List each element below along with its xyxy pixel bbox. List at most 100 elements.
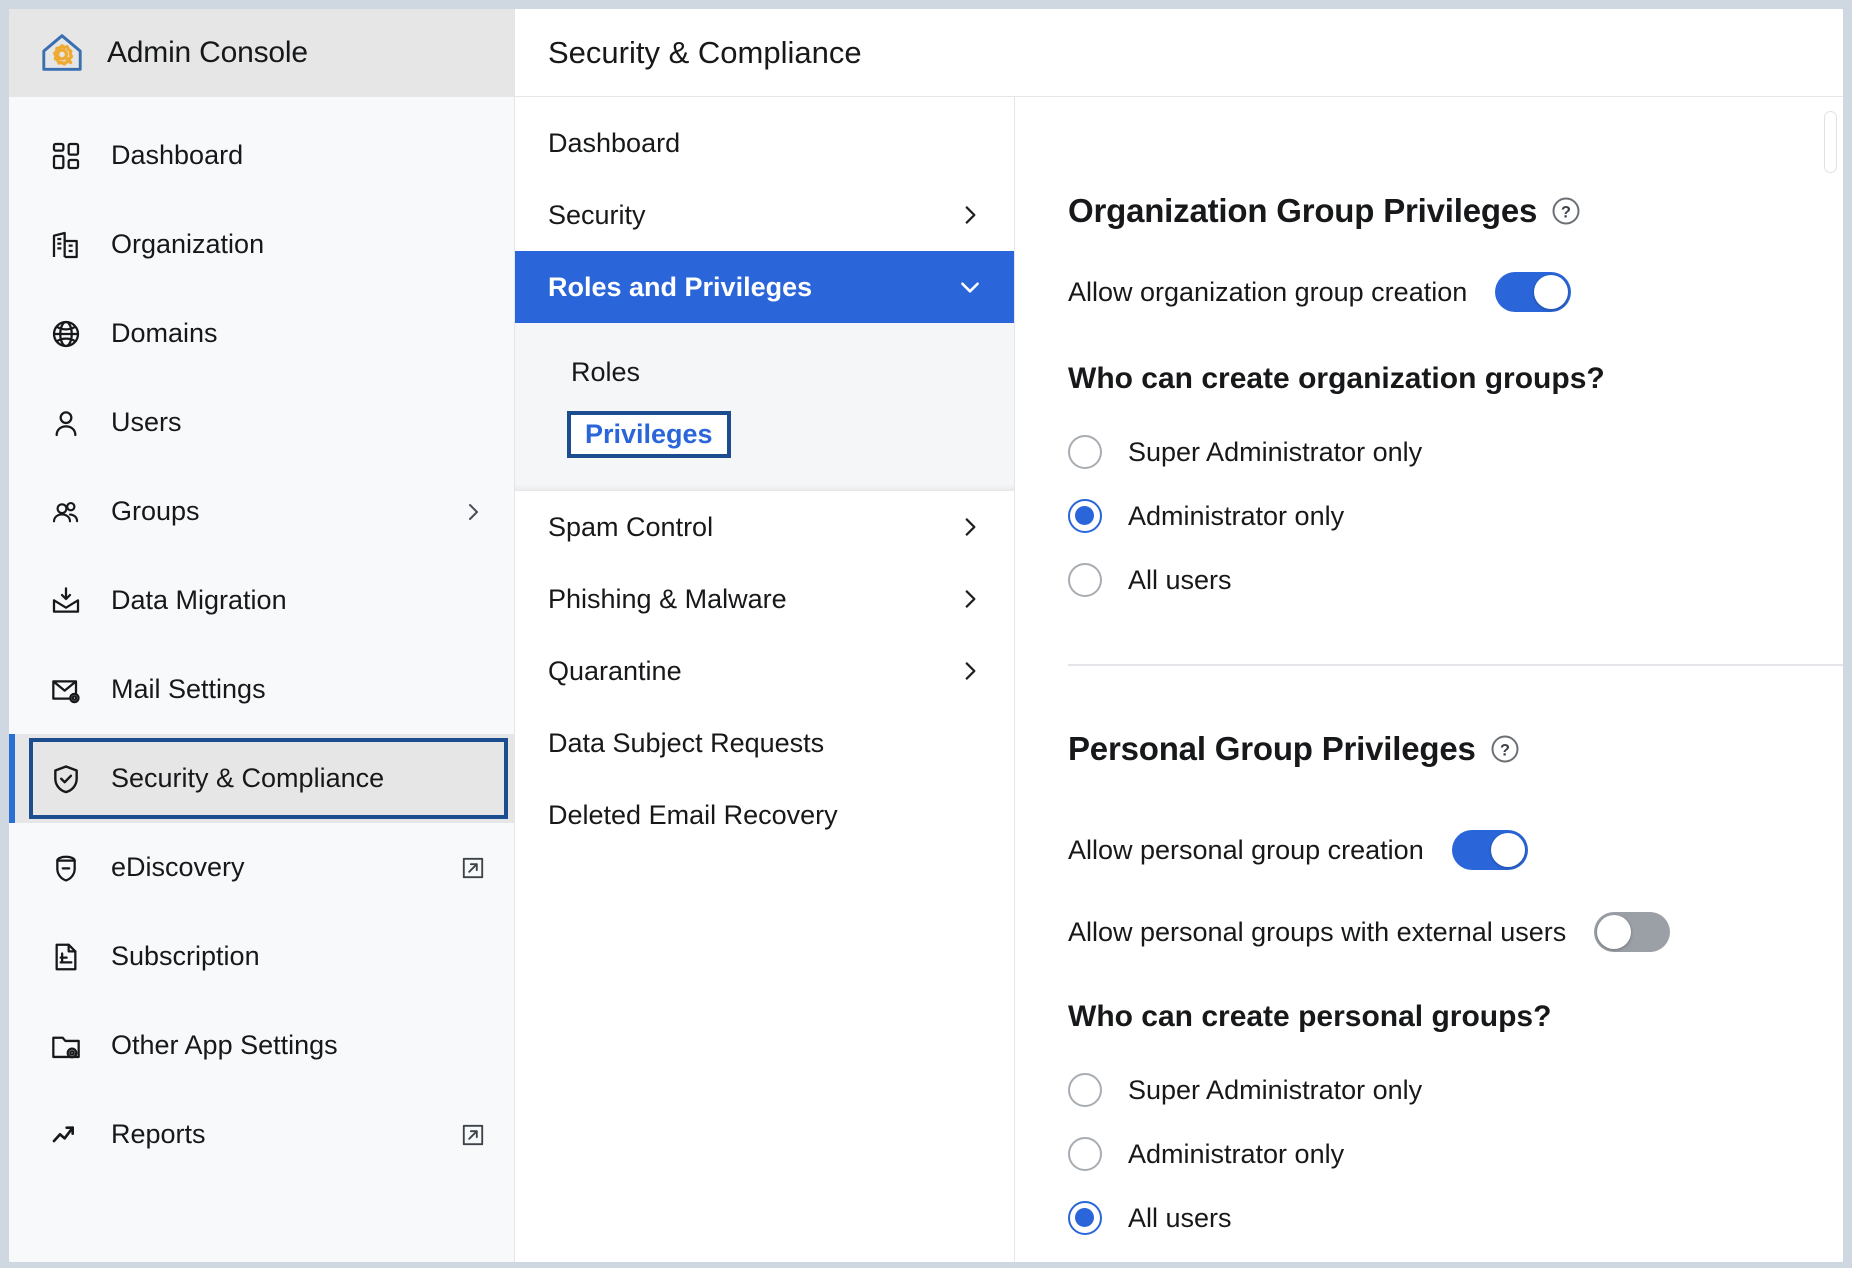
help-circle-icon[interactable]: ? — [1490, 734, 1520, 764]
subnav-item-phishing-malware[interactable]: Phishing & Malware — [515, 563, 1014, 635]
subnav-item-deleted-email-recovery[interactable]: Deleted Email Recovery — [515, 779, 1014, 851]
subnav-item-security[interactable]: Security — [515, 179, 1014, 251]
radio-label: Administrator only — [1128, 500, 1345, 531]
privileges-panel: Organization Group Privileges ? Allow or… — [1015, 97, 1843, 1262]
sidebar-item-data-migration[interactable]: Data Migration — [9, 556, 514, 645]
toggle-knob — [1490, 833, 1525, 867]
building-icon — [49, 228, 83, 262]
subnav-item-spam-control[interactable]: Spam Control — [515, 491, 1014, 563]
subnav-item-label: Roles and Privileges — [548, 271, 813, 302]
sidebar-item-mail-settings[interactable]: Mail Settings — [9, 645, 514, 734]
personal-section-header: Personal Group Privileges ? — [1068, 730, 1843, 768]
sidebar-item-dashboard[interactable]: Dashboard — [9, 111, 514, 200]
nav-trail-none — [458, 1031, 488, 1061]
external-link-icon[interactable] — [458, 1120, 488, 1150]
chevron-right-icon — [956, 513, 984, 541]
content-area: Security & Compliance Dashboard Security… — [515, 9, 1843, 1262]
personal-option-all-users[interactable]: All users — [1068, 1186, 1843, 1250]
org-section-header: Organization Group Privileges ? — [1068, 192, 1843, 230]
trend-up-icon — [49, 1118, 83, 1152]
sidebar-item-subscription[interactable]: Subscription — [9, 912, 514, 1001]
toggle-label: Allow personal groups with external user… — [1068, 916, 1567, 947]
section-divider — [1068, 664, 1843, 666]
subnav-item-dashboard[interactable]: Dashboard — [515, 107, 1014, 179]
allow-org-group-creation-row: Allow organization group creation — [1068, 272, 1843, 312]
page-header: Security & Compliance — [515, 9, 1843, 97]
subnav-child-roles[interactable]: Roles — [515, 341, 1014, 403]
sidebar-item-label: Mail Settings — [111, 674, 266, 704]
personal-option-super-administrator-only[interactable]: Super Administrator only — [1068, 1058, 1843, 1122]
subnav-trail-none — [956, 729, 984, 757]
allow-org-group-creation-toggle[interactable] — [1495, 272, 1572, 312]
radio-button[interactable] — [1068, 1137, 1102, 1171]
subnav-child-label: Privileges — [567, 410, 731, 458]
sidebar-item-reports[interactable]: Reports — [9, 1090, 514, 1179]
org-option-all-users[interactable]: All users — [1068, 548, 1843, 612]
personal-option-administrator-only[interactable]: Administrator only — [1068, 1122, 1843, 1186]
sidebar-item-label: Reports — [111, 1119, 206, 1149]
radio-button[interactable] — [1068, 1073, 1102, 1107]
sidebar-item-groups[interactable]: Groups — [9, 467, 514, 556]
allow-personal-group-creation-toggle[interactable] — [1451, 830, 1528, 870]
invoice-icon — [49, 940, 83, 974]
radio-label: All users — [1128, 564, 1232, 595]
sidebar-item-other-app-settings[interactable]: Other App Settings — [9, 1001, 514, 1090]
help-circle-icon[interactable]: ? — [1551, 196, 1581, 226]
toggle-label: Allow personal group creation — [1068, 834, 1424, 865]
radio-label: All users — [1128, 1202, 1232, 1233]
subnav-item-label: Dashboard — [548, 127, 681, 158]
users-group-icon — [49, 495, 83, 529]
nav-trail-none — [458, 764, 488, 794]
personal-radio-group: Super Administrator only Administrator o… — [1068, 1058, 1843, 1250]
subnav-trail-none — [956, 129, 984, 157]
personal-question-title: Who can create personal groups? — [1068, 1000, 1552, 1033]
org-option-super-administrator-only[interactable]: Super Administrator only — [1068, 420, 1843, 484]
radio-button[interactable] — [1068, 1201, 1102, 1235]
globe-icon — [49, 317, 83, 351]
radio-label: Super Administrator only — [1128, 1074, 1423, 1105]
subnav-item-label: Spam Control — [548, 511, 714, 542]
nav-trail-none — [458, 675, 488, 705]
subnav-item-roles-and-privileges[interactable]: Roles and Privileges — [515, 251, 1014, 323]
sidebar-item-users[interactable]: Users — [9, 378, 514, 467]
sidebar-item-label: Users — [111, 407, 182, 437]
brand-header: Admin Console — [9, 9, 514, 97]
sidebar-item-label: Other App Settings — [111, 1030, 338, 1060]
radio-button[interactable] — [1068, 499, 1102, 533]
external-link-icon[interactable] — [458, 853, 488, 883]
subnav-item-label: Quarantine — [548, 655, 682, 686]
allow-personal-groups-external-users-row: Allow personal groups with external user… — [1068, 912, 1843, 952]
radio-button[interactable] — [1068, 435, 1102, 469]
subnav-item-label: Security — [548, 199, 646, 230]
sidebar-item-label: Subscription — [111, 941, 260, 971]
toggle-label: Allow organization group creation — [1068, 276, 1468, 307]
allow-personal-groups-external-users-toggle[interactable] — [1594, 912, 1671, 952]
sidebar-item-organization[interactable]: Organization — [9, 200, 514, 289]
org-question-title: Who can create organization groups? — [1068, 362, 1605, 395]
sidebar-item-label: Dashboard — [111, 140, 244, 170]
sidebar-item-label: Organization — [111, 229, 265, 259]
subnav-item-label: Phishing & Malware — [548, 583, 787, 614]
subnav-item-quarantine[interactable]: Quarantine — [515, 635, 1014, 707]
vertical-scrollbar-thumb[interactable] — [1824, 111, 1837, 173]
chevron-down-icon — [956, 273, 984, 301]
brand-title: Admin Console — [107, 36, 308, 69]
sidebar-item-ediscovery[interactable]: eDiscovery — [9, 823, 514, 912]
sidebar-item-domains[interactable]: Domains — [9, 289, 514, 378]
nav-trail-none — [458, 408, 488, 438]
dashboard-icon — [49, 139, 83, 173]
org-radio-group: Super Administrator only Administrator o… — [1068, 420, 1843, 612]
org-option-administrator-only[interactable]: Administrator only — [1068, 484, 1843, 548]
sidebar-item-security-compliance[interactable]: Security & Compliance — [9, 734, 514, 823]
sidebar-item-label: Data Migration — [111, 585, 287, 615]
subnav-child-privileges[interactable]: Privileges — [515, 403, 1014, 465]
subnav-item-label: Data Subject Requests — [548, 727, 825, 758]
shield-check-icon — [49, 762, 83, 796]
mail-gear-icon — [49, 673, 83, 707]
admin-console-window: Admin Console Dashboard Organization Dom… — [9, 9, 1843, 1262]
subnav-item-data-subject-requests[interactable]: Data Subject Requests — [515, 707, 1014, 779]
folder-gear-icon — [49, 1029, 83, 1063]
organization-group-privileges-section: Organization Group Privileges ? Allow or… — [1068, 192, 1843, 612]
body-row: Dashboard Security Roles and Privileges — [515, 97, 1843, 1262]
radio-button[interactable] — [1068, 563, 1102, 597]
